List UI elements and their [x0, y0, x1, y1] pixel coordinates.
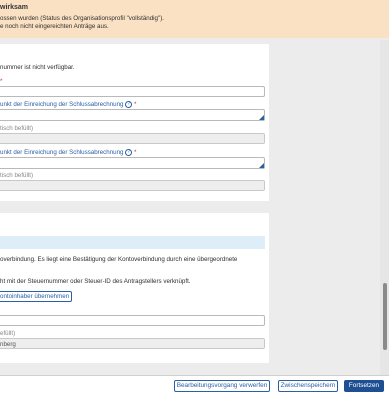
field1-text[interactable] [0, 87, 264, 96]
discard-button[interactable]: Bearbeitungsvorgang verwerfen [174, 380, 270, 392]
field2-hint: tisch befüllt) [0, 125, 34, 132]
field1-required-mark: * [0, 78, 3, 85]
help-icon[interactable]: ? [125, 101, 133, 108]
bank-info-text: overbindung. Es liegt eine Bestätigung d… [0, 256, 238, 263]
banner-text-line-1: ossen wurden (Status des Organisationspr… [0, 15, 164, 22]
bank-field-text[interactable] [0, 316, 264, 325]
field2-readonly [0, 133, 265, 144]
banner-text-line-2: e noch nicht eingereichten Anträge aus. [0, 23, 109, 30]
scrollbar-thumb[interactable] [383, 283, 387, 350]
action-footer: Bearbeitungsvorgang verwerfen Zwischensp… [0, 375, 389, 400]
field3-readonly [0, 180, 265, 191]
field1-input[interactable] [0, 86, 265, 97]
status-banner: wirksam ossen wurden (Status des Organis… [0, 0, 389, 38]
bank-field-hint: efüllt) [0, 330, 16, 337]
save-draft-button[interactable]: Zwischenspeichern [278, 380, 338, 392]
field2-label: unkt der Einreichung der Schlussabrechnu… [0, 101, 136, 108]
resize-handle-icon[interactable] [259, 115, 264, 120]
info-bar [0, 236, 265, 249]
field2-label-text: unkt der Einreichung der Schlussabrechnu… [0, 101, 124, 109]
field3-required-mark: * [133, 149, 137, 157]
tax-number-note: nummer ist nicht verfügbar. [0, 64, 75, 71]
help-icon[interactable]: ? [125, 149, 133, 156]
bank-readonly-field: nberg [0, 338, 265, 349]
field2-required-mark: * [133, 101, 137, 109]
field3-textarea[interactable] [0, 157, 265, 169]
tax-link-note: ht mit der Steuernummer oder Steuer-ID d… [0, 278, 191, 285]
bank-readonly-value: nberg [0, 341, 16, 348]
continue-button[interactable]: Fortsetzen [344, 380, 384, 392]
resize-handle-icon[interactable] [259, 163, 264, 168]
field2-textarea[interactable] [0, 109, 265, 121]
field3-label: unkt der Einreichung der Schlussabrechnu… [0, 149, 136, 156]
field3-hint: tisch befüllt) [0, 172, 34, 179]
bank-field-input[interactable] [0, 315, 265, 326]
field3-label-text: unkt der Einreichung der Schlussabrechnu… [0, 149, 124, 157]
adopt-account-holder-button[interactable]: ontoinhaber übernehmen [0, 291, 72, 302]
banner-title: wirksam [0, 4, 29, 11]
